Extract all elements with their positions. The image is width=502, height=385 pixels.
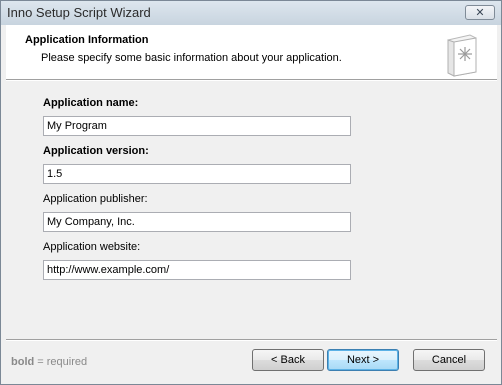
- app-name-label: Application name:: [43, 97, 139, 109]
- wizard-client-area: Application Information Please specify s…: [6, 25, 497, 380]
- legend-bold-word: bold: [11, 356, 35, 368]
- back-button[interactable]: < Back: [252, 349, 324, 371]
- wizard-window: Inno Setup Script Wizard ✕ Application I…: [0, 0, 502, 385]
- title-bar[interactable]: Inno Setup Script Wizard ✕: [1, 1, 501, 25]
- page-title: Application Information: [25, 34, 149, 46]
- app-website-label: Application website:: [43, 241, 141, 253]
- app-version-label: Application version:: [43, 145, 149, 157]
- cancel-button[interactable]: Cancel: [413, 349, 485, 371]
- next-button[interactable]: Next >: [327, 349, 399, 371]
- header-divider: [6, 79, 497, 81]
- footer-divider: [6, 339, 497, 341]
- required-legend: bold = required: [11, 356, 87, 368]
- app-name-input[interactable]: [43, 116, 351, 136]
- app-publisher-label: Application publisher:: [43, 193, 148, 205]
- page-subtitle: Please specify some basic information ab…: [41, 52, 342, 64]
- wizard-header: Application Information Please specify s…: [6, 25, 497, 79]
- app-website-input[interactable]: [43, 260, 351, 280]
- app-publisher-input[interactable]: [43, 212, 351, 232]
- legend-text: = required: [34, 356, 88, 368]
- wizard-book-icon: [447, 34, 477, 77]
- app-version-input[interactable]: [43, 164, 351, 184]
- close-button[interactable]: ✕: [465, 5, 495, 20]
- close-icon: ✕: [475, 7, 485, 19]
- window-title: Inno Setup Script Wizard: [7, 5, 151, 20]
